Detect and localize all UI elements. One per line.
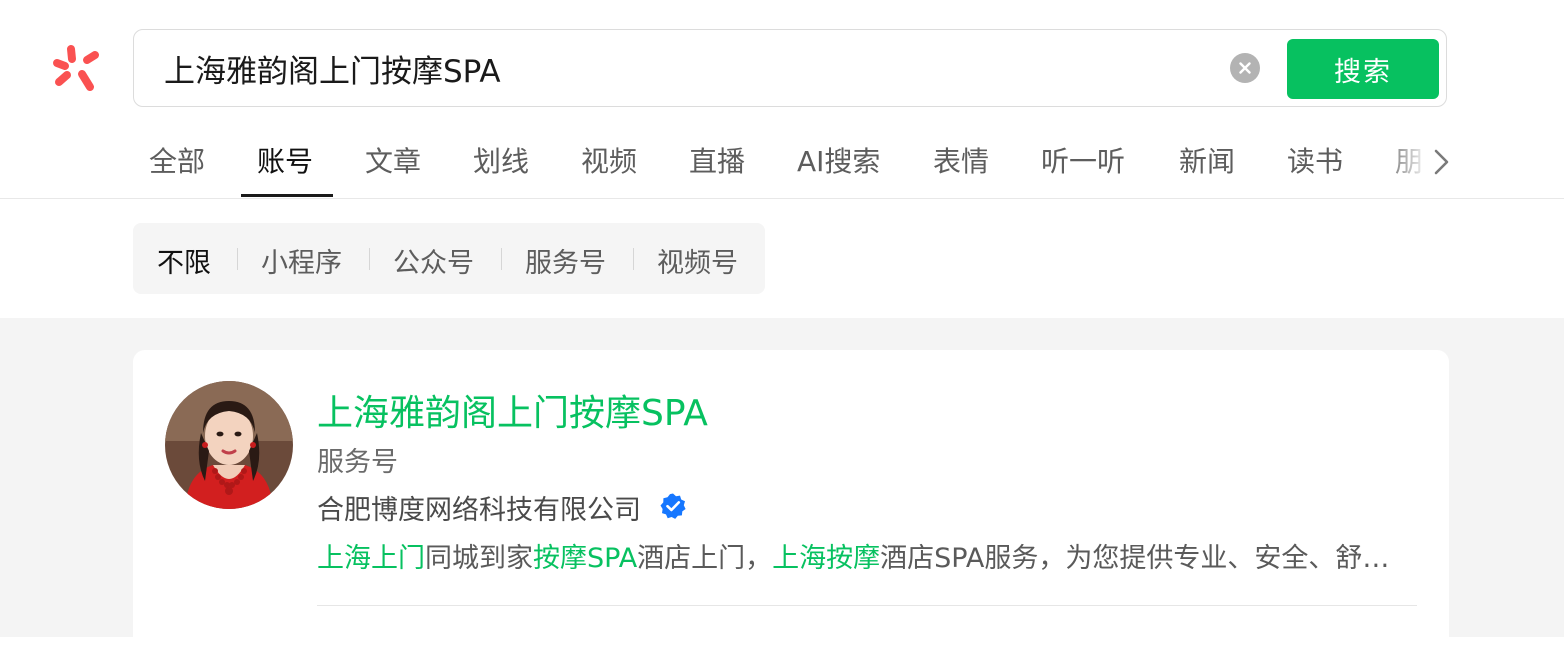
filter-mini-program[interactable]: 小程序 (261, 241, 342, 280)
description-segment: 酒店上门， (637, 543, 773, 574)
account-avatar[interactable] (165, 381, 293, 509)
clear-search-button[interactable] (1230, 53, 1260, 83)
tab-listen[interactable]: 听一听 (1041, 140, 1125, 180)
tab-live[interactable]: 直播 (689, 140, 745, 180)
description-segment: 酒店SPA服务，为您提供专业、安全、舒适的上门服务 (880, 543, 1407, 574)
account-name[interactable]: 上海雅韵阁上门按摩SPA (317, 384, 708, 436)
account-type-label: 服务号 (317, 447, 398, 478)
tab-ai-search[interactable]: AI搜索 (797, 140, 880, 180)
search-button[interactable]: 搜索 (1287, 39, 1439, 99)
header-divider (0, 198, 1564, 199)
filter-separator (369, 248, 370, 270)
tab-stickers[interactable]: 表情 (933, 140, 989, 180)
account-company: 合肥博度网络科技有限公司 (317, 495, 641, 526)
active-tab-indicator (241, 194, 333, 197)
description-segment: 上海按摩 (772, 543, 881, 574)
wechat-search-logo-icon[interactable] (50, 42, 104, 96)
filter-all[interactable]: 不限 (157, 241, 211, 280)
search-box: 搜索 (133, 29, 1447, 107)
tab-articles[interactable]: 文章 (365, 140, 421, 180)
results-area: 上海雅韵阁上门按摩SPA 服务号 合肥博度网络科技有限公司 上海上门同城到家按摩… (0, 318, 1564, 670)
filter-official-account[interactable]: 公众号 (393, 241, 474, 280)
tab-accounts[interactable]: 账号 (257, 140, 313, 180)
avatar-image (165, 381, 293, 509)
search-header: 搜索 全部 账号 文章 划线 视频 直播 AI搜索 表情 听一听 新闻 读书 朋… (0, 0, 1564, 318)
description-segment: 同城到家 (425, 543, 533, 574)
chevron-right-icon[interactable] (1428, 146, 1454, 178)
account-description: 上海上门同城到家按摩SPA酒店上门，上海按摩酒店SPA服务，为您提供专业、安全、… (317, 536, 1407, 575)
filter-channels[interactable]: 视频号 (657, 241, 738, 280)
filter-service-account[interactable]: 服务号 (525, 241, 606, 280)
tab-reading[interactable]: 读书 (1287, 140, 1343, 180)
tab-videos[interactable]: 视频 (581, 140, 637, 180)
account-result-card[interactable]: 上海雅韵阁上门按摩SPA 服务号 合肥博度网络科技有限公司 上海上门同城到家按摩… (133, 350, 1449, 670)
description-segment: 按摩SPA (533, 543, 638, 574)
filter-separator (633, 248, 634, 270)
tab-highlights[interactable]: 划线 (473, 140, 529, 180)
clear-icon (1239, 62, 1251, 74)
verified-badge-icon (660, 493, 686, 519)
category-tabs: 全部 账号 文章 划线 视频 直播 AI搜索 表情 听一听 新闻 读书 朋 (0, 130, 1564, 198)
tab-all[interactable]: 全部 (149, 140, 205, 180)
description-segment: 上海上门 (317, 543, 425, 574)
filter-separator (501, 248, 502, 270)
filter-separator (237, 248, 238, 270)
account-type-filter: 不限 小程序 公众号 服务号 视频号 (133, 223, 765, 294)
search-input[interactable] (164, 46, 1204, 90)
card-divider (317, 605, 1417, 606)
tab-news[interactable]: 新闻 (1179, 140, 1235, 180)
